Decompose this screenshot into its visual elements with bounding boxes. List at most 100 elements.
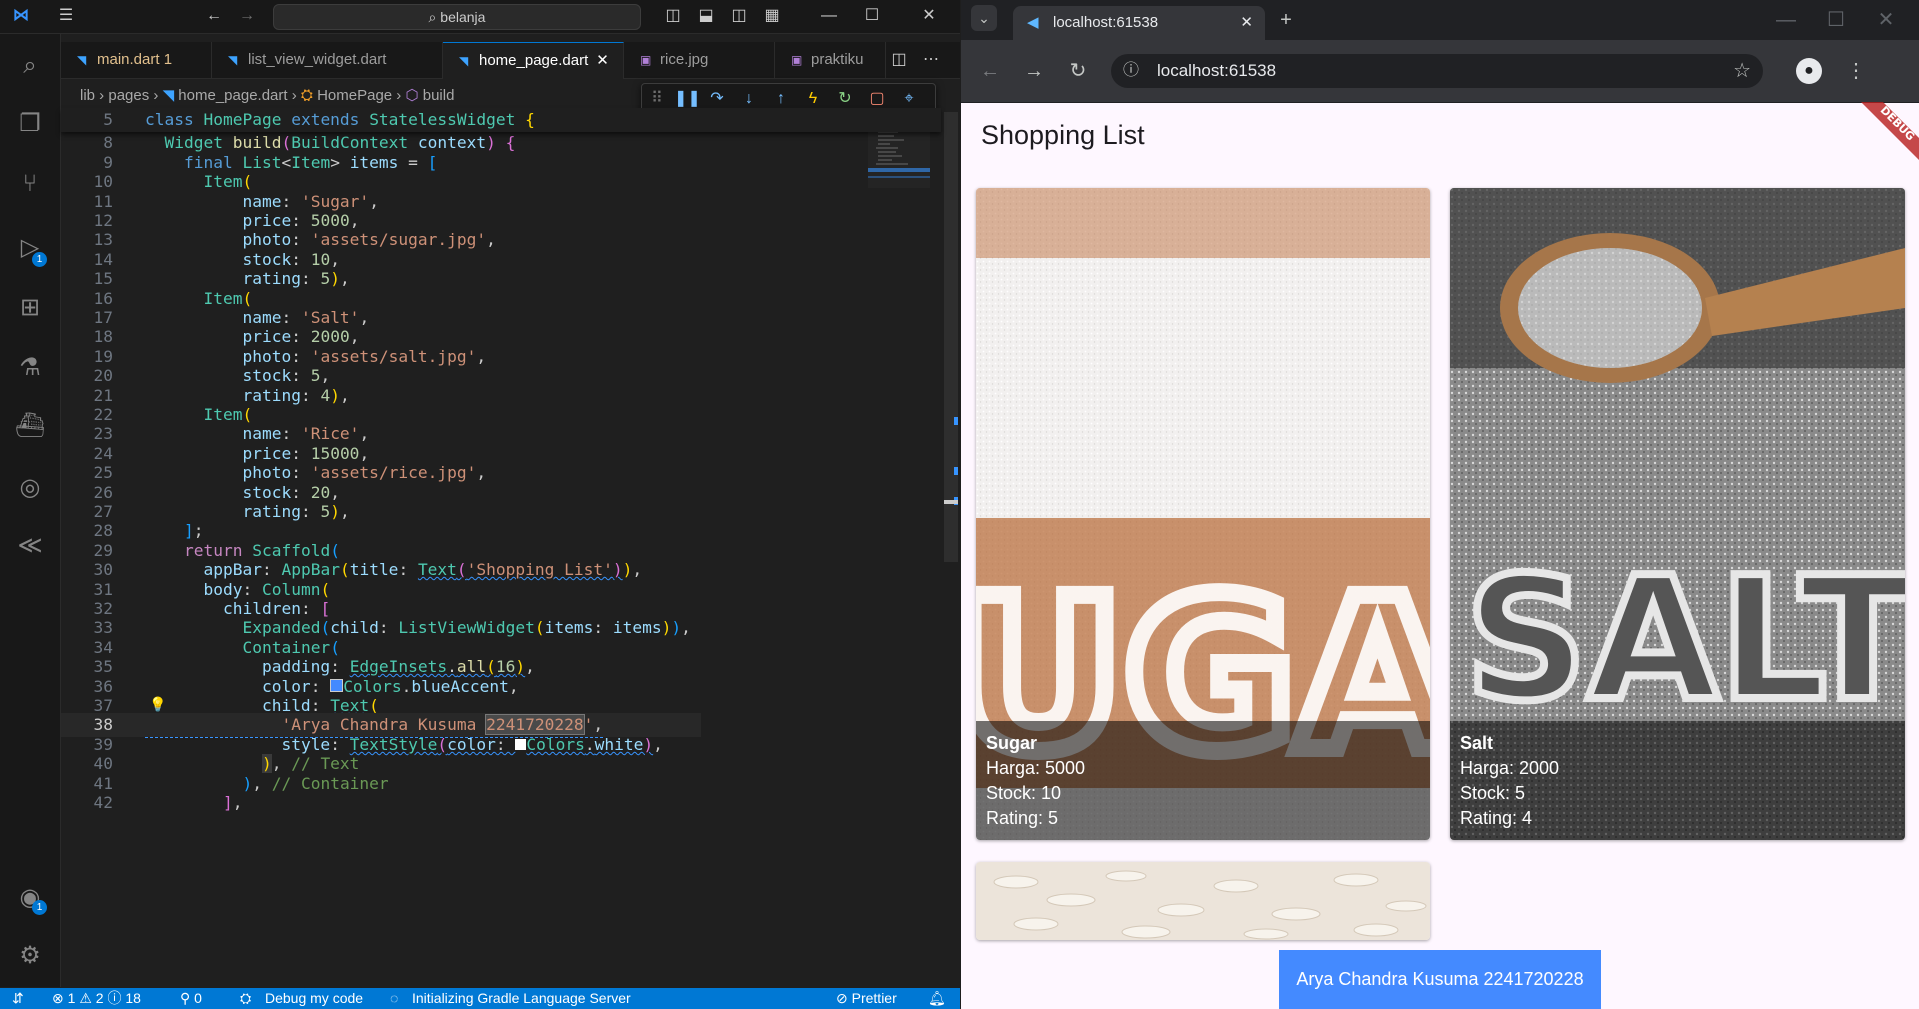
close-tab-icon[interactable]: ✕: [1240, 6, 1253, 40]
dart-icon: ◥: [77, 53, 87, 67]
editor-tabs: ◥ main.dart 1 ◥ list_view_widget.dart ◥ hom…: [61, 42, 960, 79]
command-center-search[interactable]: ⌕ belanja: [273, 4, 641, 30]
browser-menu-icon[interactable]: ⋮: [1841, 56, 1871, 86]
breadcrumb-lib[interactable]: lib: [80, 87, 95, 104]
tab-list-view-widget[interactable]: ◥ list_view_widget.dart: [212, 42, 443, 78]
browser-tab-strip: ⌄ ◀ localhost:61538 ✕ + — ☐ ✕: [961, 0, 1919, 40]
rice-image: [976, 862, 1430, 940]
devtools-icon[interactable]: ⌖: [898, 89, 920, 109]
sticky-scroll-line: 5 class HomePage extends StatelessWidget…: [61, 108, 941, 132]
toggle-panel-icon[interactable]: ⬓: [697, 7, 715, 25]
product-rating: Rating: 5: [986, 808, 1059, 828]
product-card-salt[interactable]: SALT Salt Harga: 2000 Stock: 5 Rating: 4: [1450, 188, 1905, 840]
browser-toolbar: ← → ↻ ⓘ localhost:61538 ☆ ● ⋮: [961, 40, 1919, 103]
search-text: belanja: [440, 9, 486, 25]
vscode-window: ⋈ ☰ ← → ⌕ belanja ◫ ⬓ ◫ ▦ — ☐ ✕ ⌕ ❐ ⑂ ▷ …: [0, 0, 960, 1009]
product-price: Harga: 5000: [986, 758, 1086, 778]
settings-gear-icon[interactable]: ⚙: [12, 938, 48, 974]
step-into-icon[interactable]: ↓: [738, 89, 760, 109]
reload-icon[interactable]: ↻: [1063, 56, 1093, 86]
salt-caption: Salt Harga: 2000 Stock: 5 Rating: 4: [1450, 721, 1905, 840]
info-icon: ⓘ: [107, 990, 122, 1006]
tab-home-page[interactable]: ◥ home_page.dart ✕: [443, 42, 624, 79]
hot-reload-icon[interactable]: ϟ: [802, 89, 824, 109]
stop-icon[interactable]: ▢: [866, 89, 888, 109]
problems-indicator[interactable]: ⊗ 1 ⚠ 2 ⓘ 18: [52, 988, 141, 1009]
vscode-logo-icon: ⋈: [13, 7, 29, 24]
tab-rice-jpg[interactable]: ▣ rice.jpg: [624, 42, 775, 78]
explorer-search-icon[interactable]: ⌕: [12, 48, 48, 84]
close-tab-icon[interactable]: ✕: [596, 52, 609, 69]
pause-icon[interactable]: ❚❚: [674, 89, 701, 109]
drag-handle-icon[interactable]: ⠿: [646, 89, 668, 109]
testing-icon[interactable]: ⚗: [12, 350, 48, 386]
debug-launch-icon[interactable]: ⛭: [240, 988, 251, 1009]
debug-config-label[interactable]: Debug my code: [265, 988, 363, 1009]
tab-main-dart[interactable]: ◥ main.dart 1: [61, 42, 212, 78]
toggle-secondary-sidebar-icon[interactable]: ◫: [730, 7, 748, 25]
new-tab-icon[interactable]: +: [1271, 5, 1301, 35]
flutter-favicon-icon: ◀: [1027, 14, 1039, 31]
editor-scrollbar[interactable]: [944, 112, 958, 988]
run-debug-badge: 1: [32, 252, 47, 267]
more-actions-icon[interactable]: ⋯: [922, 51, 940, 69]
maximize-icon[interactable]: ☐: [1821, 5, 1851, 35]
browser-tab[interactable]: ◀ localhost:61538 ✕: [1013, 6, 1265, 40]
method-icon: ⬡: [405, 87, 419, 104]
breadcrumb-file[interactable]: home_page.dart: [178, 87, 287, 104]
product-card-sugar[interactable]: UGA Sugar Harga: 5000 Stock: 10 Rating: …: [976, 188, 1430, 840]
close-window-icon[interactable]: ✕: [920, 7, 938, 25]
profile-avatar-icon[interactable]: ●: [1796, 58, 1822, 84]
warning-icon: ⚠: [79, 990, 92, 1006]
toggle-primary-sidebar-icon[interactable]: ◫: [664, 7, 682, 25]
error-icon: ⊗: [52, 990, 64, 1006]
back-arrow-icon[interactable]: ←: [205, 7, 223, 25]
minimize-icon[interactable]: —: [1771, 5, 1801, 35]
customize-layout-icon[interactable]: ▦: [763, 7, 781, 25]
product-price: Harga: 2000: [1460, 758, 1560, 778]
ports-indicator[interactable]: ⚲ 0: [180, 988, 202, 1009]
search-icon: ⌕: [428, 9, 437, 25]
breadcrumb-class[interactable]: HomePage: [317, 87, 392, 104]
close-window-icon[interactable]: ✕: [1871, 5, 1901, 35]
step-out-icon[interactable]: ↑: [770, 89, 792, 109]
check-circle-icon: ⊘: [836, 990, 848, 1006]
sugar-caption: Sugar Harga: 5000 Stock: 10 Rating: 5: [976, 721, 1430, 840]
code-editor[interactable]: 7 @override 8 Widget build(BuildContext …: [61, 112, 941, 988]
forward-icon[interactable]: →: [1019, 56, 1049, 86]
menu-icon[interactable]: ☰: [57, 7, 75, 25]
docker-icon[interactable]: ⛴: [12, 408, 48, 444]
product-card-rice[interactable]: [976, 862, 1430, 940]
minimize-icon[interactable]: —: [820, 7, 838, 25]
tab-praktiku[interactable]: ▣ praktiku: [775, 42, 886, 78]
gradle-status[interactable]: Initializing Gradle Language Server: [412, 988, 631, 1009]
remote-icon[interactable]: ◎: [12, 470, 48, 506]
extensions-icon[interactable]: ⊞: [12, 290, 48, 326]
product-rating: Rating: 4: [1460, 808, 1533, 828]
product-stock: Stock: 5: [1460, 783, 1526, 803]
restart-icon[interactable]: ↻: [834, 89, 856, 109]
address-bar[interactable]: ⓘ localhost:61538 ☆: [1111, 54, 1763, 88]
back-icon[interactable]: ←: [975, 56, 1005, 86]
site-info-icon[interactable]: ⓘ: [1123, 54, 1139, 88]
lightbulb-icon[interactable]: 💡: [149, 697, 166, 713]
bookmark-star-icon[interactable]: ☆: [1733, 54, 1751, 88]
breadcrumb-pages[interactable]: pages: [108, 87, 149, 104]
image-icon: ▣: [791, 53, 803, 67]
forward-arrow-icon[interactable]: →: [238, 7, 256, 25]
source-control-icon[interactable]: ⑂: [12, 166, 48, 202]
notifications-bell-icon[interactable]: 🔔︎: [928, 988, 946, 1009]
maximize-icon[interactable]: ☐: [863, 7, 881, 25]
split-editor-icon[interactable]: ◫: [890, 51, 908, 69]
remote-indicator-icon[interactable]: ⇵: [12, 988, 24, 1009]
tab-search-icon[interactable]: ⌄: [971, 5, 997, 31]
explorer-icon[interactable]: ❐: [12, 106, 48, 142]
dart-icon: ◥: [228, 53, 238, 67]
breadcrumb-method[interactable]: build: [423, 87, 455, 104]
class-icon: ⛭: [300, 87, 313, 104]
product-name: Sugar: [986, 733, 1038, 753]
flutter-icon[interactable]: ≪: [12, 528, 48, 564]
footer-name-container: Arya Chandra Kusuma 2241720228: [1279, 950, 1601, 1009]
prettier-status[interactable]: ⊘ Prettier: [836, 988, 897, 1009]
step-over-icon[interactable]: ↷: [706, 89, 728, 109]
